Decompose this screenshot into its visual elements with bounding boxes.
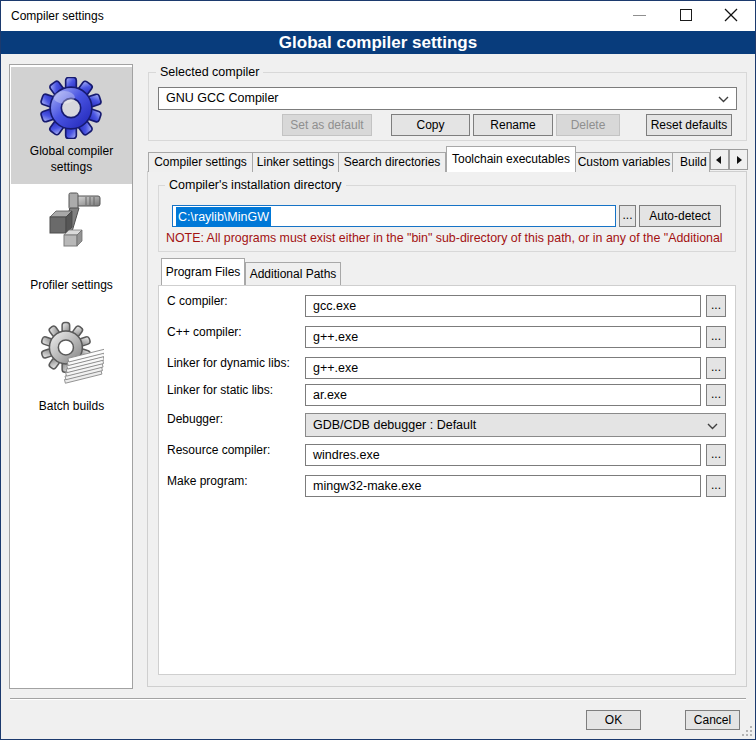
title-bar: Compiler settings [1,1,755,31]
chevron-down-icon [707,423,718,430]
cancel-button[interactable]: Cancel [685,710,740,730]
sidebar: Global compiler settings Profiler settin… [9,64,133,689]
compiler-settings-dialog: Compiler settings Global compiler settin… [0,0,756,740]
tab-scroll-right-button[interactable] [729,149,748,170]
resource-compiler-input[interactable]: windres.exe [305,444,701,466]
tab-scroll-left-button[interactable] [710,149,729,170]
linker-dynamic-label: Linker for dynamic libs: [167,352,307,374]
tab-build[interactable]: Build [672,152,710,172]
profiler-icon [40,187,104,255]
debugger-select[interactable]: GDB/CDB debugger : Default [305,413,726,437]
sidebar-item-label: Global compiler settings [11,143,132,175]
browse-button[interactable]: ... [706,444,726,466]
cpp-compiler-input[interactable]: g++.exe [305,326,701,348]
resize-grip[interactable] [750,734,752,736]
resource-compiler-label: Resource compiler: [167,439,307,461]
selected-text: C:\raylib\MinGW [176,207,271,227]
close-icon[interactable] [724,8,738,22]
compiler-select[interactable]: GNU GCC Compiler [158,87,737,110]
set-as-default-button[interactable]: Set as default [282,114,372,136]
copy-button[interactable]: Copy [391,114,470,136]
linker-static-label: Linker for static libs: [167,379,307,401]
compiler-select-value: GNU GCC Compiler [166,88,279,109]
tab-linker-settings[interactable]: Linker settings [252,152,339,172]
window-title: Compiler settings [11,1,104,31]
browse-button[interactable]: ... [706,384,726,406]
linker-dynamic-input[interactable]: g++.exe [305,357,701,379]
minimize-icon[interactable] [633,15,646,16]
left-arrow-icon [716,156,721,164]
cpp-compiler-label: C++ compiler: [167,321,307,343]
tab-toolchain-executables[interactable]: Toolchain executables [446,146,576,172]
subtab-additional-paths[interactable]: Additional Paths [245,262,341,285]
footer-separator [10,698,746,699]
sidebar-item-label: Profiler settings [11,277,132,293]
browse-button[interactable]: ... [706,295,726,317]
chevron-down-icon [718,96,729,103]
make-program-input[interactable]: mingw32-make.exe [305,475,701,497]
browse-button[interactable]: ... [706,475,726,497]
installation-directory-legend: Compiler's installation directory [165,178,346,192]
browse-directory-button[interactable]: ... [619,205,636,227]
selected-compiler-legend: Selected compiler [156,65,263,79]
subtab-program-files[interactable]: Program Files [161,258,245,285]
make-program-label: Make program: [167,470,307,492]
dialog-header: Global compiler settings [1,31,755,54]
maximize-icon[interactable] [680,9,692,21]
c-compiler-label: C compiler: [167,290,307,312]
reset-defaults-button[interactable]: Reset defaults [646,114,732,136]
delete-button[interactable]: Delete [556,114,620,136]
batch-builds-icon [40,321,104,387]
tab-compiler-settings[interactable]: Compiler settings [148,152,253,172]
browse-button[interactable]: ... [706,326,726,348]
ok-button[interactable]: OK [586,710,641,730]
browse-button[interactable]: ... [706,357,726,379]
rename-button[interactable]: Rename [473,114,553,136]
installation-directory-input[interactable]: C:\raylib\MinGW [172,205,616,227]
right-arrow-icon [737,156,742,164]
c-compiler-input[interactable]: gcc.exe [305,295,701,317]
sidebar-item-label: Batch builds [11,398,132,414]
tab-custom-variables[interactable]: Custom variables [575,152,673,172]
tab-search-directories[interactable]: Search directories [338,152,446,172]
blue-gear-icon [40,77,102,139]
auto-detect-button[interactable]: Auto-detect [639,205,721,227]
debugger-label: Debugger: [167,408,307,430]
note-text: NOTE: All programs must exist either in … [166,231,736,246]
linker-static-input[interactable]: ar.exe [305,384,701,406]
